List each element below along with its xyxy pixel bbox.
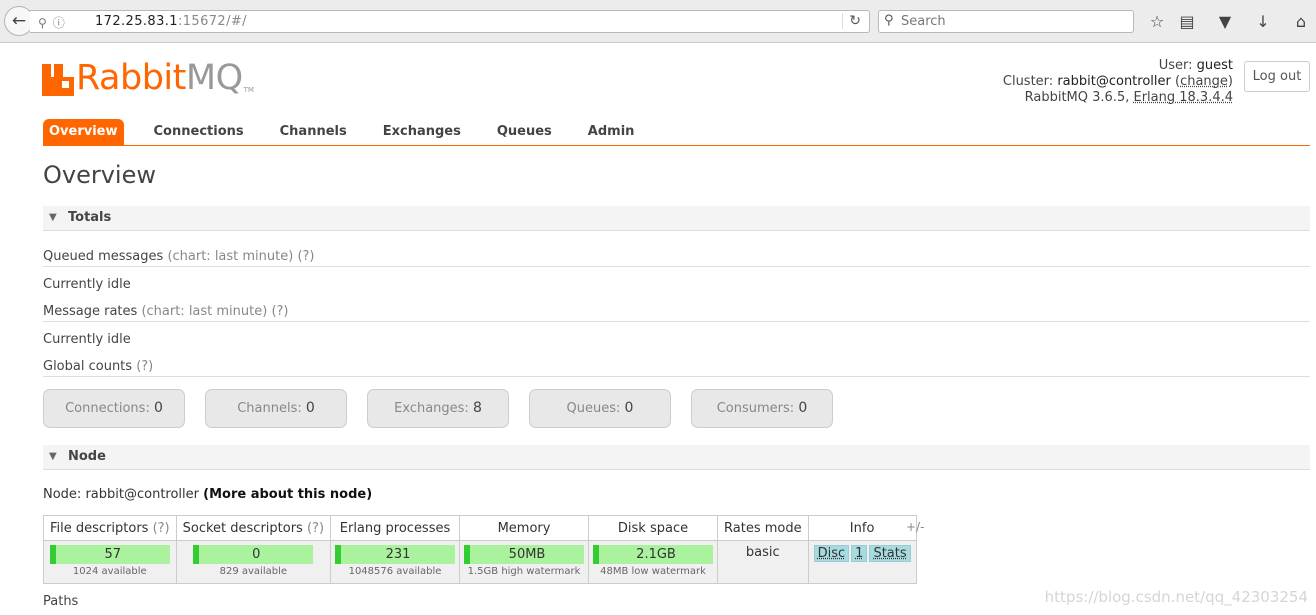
site-identity-icon[interactable]: ⚲ⓘ [38,14,71,31]
collapse-triangle-icon: ▼ [49,451,57,462]
channels-count-button[interactable]: Channels: 0 [205,389,347,428]
info-header: Info [807,515,917,541]
rabbitmq-logo-icon [42,64,74,96]
logout-button[interactable]: Log out [1244,61,1310,92]
rates-mode-cell: basic [717,540,809,584]
version-line: RabbitMQ 3.6.5, Erlang 18.3.4.4 [1024,90,1233,105]
queued-idle-text: Currently idle [43,277,131,292]
node-stats-table: File descriptors (?) Socket descriptors … [43,515,917,584]
tab-channels[interactable]: Channels [262,119,365,145]
disk-space-bar: 2.1GB [593,545,714,564]
rabbitmq-logo[interactable]: RabbitMQ TM [42,58,254,96]
file-descriptors-bar: 57 [49,545,170,564]
rates-mode-header: Rates mode [717,515,809,541]
global-counts-hint[interactable]: (?) [136,359,153,374]
node-name-line: Node: rabbit@controller (More about this… [43,487,373,502]
reload-icon[interactable]: ↻ [842,13,861,29]
url-text: 172.25.83.1:15672/#/ [95,14,247,29]
tab-overview[interactable]: Overview [43,119,124,145]
disc-badge[interactable]: Disc [813,545,850,562]
more-about-node-link[interactable]: (More about this node) [203,487,372,502]
memory-header: Memory [459,515,590,541]
info-cell: Disc 1 Stats [807,540,917,584]
change-cluster-link[interactable]: change [1180,74,1228,89]
tab-connections[interactable]: Connections [136,119,262,145]
rates-idle-text: Currently idle [43,332,131,347]
url-bar[interactable]: ⚲ⓘ 172.25.83.1:15672/#/ ↻ [30,10,870,33]
tab-exchanges[interactable]: Exchanges [365,119,479,145]
user-line: User: guest [1158,58,1233,73]
exchanges-count-button[interactable]: Exchanges: 8 [367,389,509,428]
memory-bar: 50MB [464,545,585,564]
erlang-processes-bar: 231 [335,545,456,564]
queues-count-button[interactable]: Queues: 0 [529,389,671,428]
disk-space-cell: 2.1GB 48MB low watermark [588,540,719,584]
tab-admin[interactable]: Admin [570,119,653,145]
header-info: User: guest Cluster: rabbit@controller (… [1003,58,1233,106]
global-counts-heading: Global counts (?) [43,357,1310,377]
consumers-count-button[interactable]: Consumers: 0 [691,389,833,428]
connections-count-button[interactable]: Connections: 0 [43,389,185,428]
download-icon[interactable]: ↓ [1252,11,1274,33]
logo-text: RabbitMQ [76,58,243,98]
erlang-processes-header: Erlang processes [330,515,461,541]
socket-descriptors-cell: 0 829 available [175,540,332,584]
erlang-processes-cell: 231 1048576 available [330,540,461,584]
message-rates-hint[interactable]: (chart: last minute) (?) [141,304,288,319]
home-icon[interactable]: ⌂ [1290,11,1312,33]
file-descriptors-cell: 57 1024 available [43,540,177,584]
memory-cell: 50MB 1.5GB high watermark [459,540,590,584]
socket-descriptors-header: Socket descriptors (?) [175,515,332,541]
node-number-badge[interactable]: 1 [851,545,868,562]
file-descriptors-header: File descriptors (?) [43,515,177,541]
watermark-text: https://blog.csdn.net/qq_42303254 [1044,588,1308,606]
table-row: 57 1024 available 0 829 available 231 10… [43,540,917,584]
search-input[interactable] [901,12,1126,31]
main-tabs: Overview Connections Channels Exchanges … [43,119,1310,146]
queued-messages-hint[interactable]: (chart: last minute) (?) [167,249,314,264]
browser-toolbar: ← ⚲ⓘ 172.25.83.1:15672/#/ ↻ ⚲ ☆ ▤ ▼ ↓ ⌂ [0,0,1316,43]
search-box[interactable]: ⚲ [878,10,1134,33]
reading-list-icon[interactable]: ▤ [1176,11,1198,33]
page-title: Overview [43,161,156,189]
collapse-triangle-icon: ▼ [49,212,57,223]
cluster-line: Cluster: rabbit@controller (change) [1002,74,1233,89]
message-rates-heading: Message rates (chart: last minute) (?) [43,302,1310,322]
tab-queues[interactable]: Queues [479,119,570,145]
stats-badge[interactable]: Stats [869,545,911,562]
pocket-icon[interactable]: ▼ [1214,11,1236,33]
queued-messages-heading: Queued messages (chart: last minute) (?) [43,247,1310,267]
logo-trademark: TM [243,86,254,94]
bookmark-star-icon[interactable]: ☆ [1146,11,1168,33]
node-section-header[interactable]: ▼ Node [43,445,1310,470]
erlang-version-link[interactable]: Erlang 18.3.4.4 [1133,90,1233,105]
totals-section-header[interactable]: ▼ Totals [43,206,1310,231]
socket-descriptors-bar: 0 [193,545,314,564]
column-toggle-link[interactable]: +/- [906,520,924,534]
disk-space-header: Disk space [588,515,719,541]
search-icon: ⚲ [884,13,894,28]
paths-heading: Paths [43,594,79,609]
